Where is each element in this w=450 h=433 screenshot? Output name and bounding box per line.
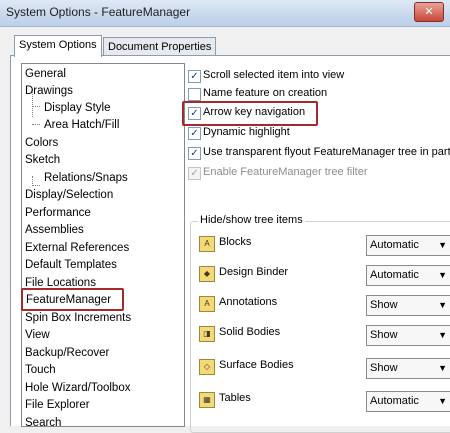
nav-item-hole-wizard-toolbox[interactable]: Hole Wizard/Toolbox bbox=[25, 380, 130, 397]
nav-item-file-explorer[interactable]: File Explorer bbox=[25, 397, 90, 414]
chevron-down-icon: ▼ bbox=[438, 330, 447, 340]
dropdown-value: Show bbox=[370, 329, 398, 341]
chevron-down-icon: ▼ bbox=[438, 363, 447, 373]
nav-item-relations-snaps[interactable]: Relations/Snaps bbox=[44, 170, 128, 187]
nav-item-search[interactable]: Search bbox=[25, 415, 61, 426]
surface-bodies-dropdown[interactable]: Show ▼ bbox=[366, 358, 450, 379]
window-title: System Options - FeatureManager bbox=[6, 5, 191, 19]
tables-icon: ▦ bbox=[199, 392, 215, 408]
tree-connector bbox=[32, 106, 40, 107]
tree-connector bbox=[32, 124, 40, 125]
solid-bodies-icon: ◨ bbox=[199, 326, 215, 342]
tree-item-label: Surface Bodies bbox=[219, 359, 294, 371]
nav-item-sketch[interactable]: Sketch bbox=[25, 152, 60, 169]
surface-bodies-icon: ◇ bbox=[199, 359, 215, 375]
nav-item-view[interactable]: View bbox=[25, 327, 50, 344]
dropdown-value: Show bbox=[370, 362, 398, 374]
checkbox[interactable] bbox=[188, 70, 201, 83]
nav-item-performance[interactable]: Performance bbox=[25, 205, 91, 222]
option-label: Scroll selected item into view bbox=[203, 69, 345, 81]
tab-system-options[interactable]: System Options bbox=[14, 35, 102, 57]
dropdown-value: Automatic bbox=[370, 395, 419, 407]
solid-bodies-dropdown[interactable]: Show ▼ bbox=[366, 325, 450, 346]
design-binder-dropdown[interactable]: Automatic ▼ bbox=[366, 265, 450, 286]
checkbox[interactable] bbox=[188, 147, 201, 160]
tree-item-label: Tables bbox=[219, 392, 251, 404]
checkbox[interactable] bbox=[188, 127, 201, 140]
nav-item-touch[interactable]: Touch bbox=[25, 362, 56, 379]
dropdown-value: Automatic bbox=[370, 239, 419, 251]
featuremanager-highlight bbox=[21, 288, 124, 311]
chevron-down-icon: ▼ bbox=[438, 300, 447, 310]
chevron-down-icon: ▼ bbox=[438, 270, 447, 280]
annotations-dropdown[interactable]: Show ▼ bbox=[366, 295, 450, 316]
option-label: Use transparent flyout FeatureManager tr… bbox=[203, 146, 450, 158]
option-label: Enable FeatureManager tree filter bbox=[203, 166, 368, 178]
tree-item-label: Blocks bbox=[219, 236, 252, 248]
blocks-dropdown[interactable]: Automatic ▼ bbox=[366, 235, 450, 256]
checkbox bbox=[188, 167, 201, 180]
tree-item-label: Solid Bodies bbox=[219, 326, 281, 338]
nav-item-area-hatch-fill[interactable]: Area Hatch/Fill bbox=[44, 117, 119, 134]
chevron-down-icon: ▼ bbox=[438, 240, 447, 250]
tree-item-label: Annotations bbox=[219, 296, 278, 308]
nav-item-default-templates[interactable]: Default Templates bbox=[25, 257, 117, 274]
nav-item-colors[interactable]: Colors bbox=[25, 135, 58, 152]
annotations-icon: A bbox=[199, 296, 215, 312]
options-tree[interactable]: General Drawings Display Style Area Hatc… bbox=[21, 63, 185, 427]
blocks-icon: A bbox=[199, 236, 215, 252]
nav-item-backup-recover[interactable]: Backup/Recover bbox=[25, 345, 109, 362]
nav-item-drawings[interactable]: Drawings bbox=[25, 83, 73, 100]
nav-item-assemblies[interactable]: Assemblies bbox=[25, 222, 84, 239]
dropdown-value: Automatic bbox=[370, 269, 419, 281]
dropdown-value: Show bbox=[370, 299, 398, 311]
option-label: Dynamic highlight bbox=[203, 126, 290, 138]
close-button[interactable]: ✕ bbox=[414, 2, 444, 22]
title-bar: System Options - FeatureManager ✕ bbox=[0, 0, 450, 27]
tree-item-label: Design Binder bbox=[219, 266, 289, 278]
tables-dropdown[interactable]: Automatic ▼ bbox=[366, 391, 450, 412]
nav-item-display-style[interactable]: Display Style bbox=[44, 100, 110, 117]
tree-connector bbox=[32, 185, 40, 186]
arrow-key-highlight bbox=[182, 101, 318, 126]
tab-document-properties[interactable]: Document Properties bbox=[103, 37, 217, 56]
option-label: Name feature on creation bbox=[203, 87, 328, 99]
close-icon: ✕ bbox=[424, 6, 434, 18]
nav-item-spin-box-increments[interactable]: Spin Box Increments bbox=[25, 310, 131, 327]
design-binder-icon: ◆ bbox=[199, 266, 215, 282]
nav-item-general[interactable]: General bbox=[25, 66, 66, 83]
nav-item-display-selection[interactable]: Display/Selection bbox=[25, 187, 113, 204]
chevron-down-icon: ▼ bbox=[438, 396, 447, 406]
checkbox[interactable] bbox=[188, 88, 201, 101]
nav-item-external-references[interactable]: External References bbox=[25, 240, 129, 257]
group-title: Hide/show tree items bbox=[198, 214, 305, 226]
